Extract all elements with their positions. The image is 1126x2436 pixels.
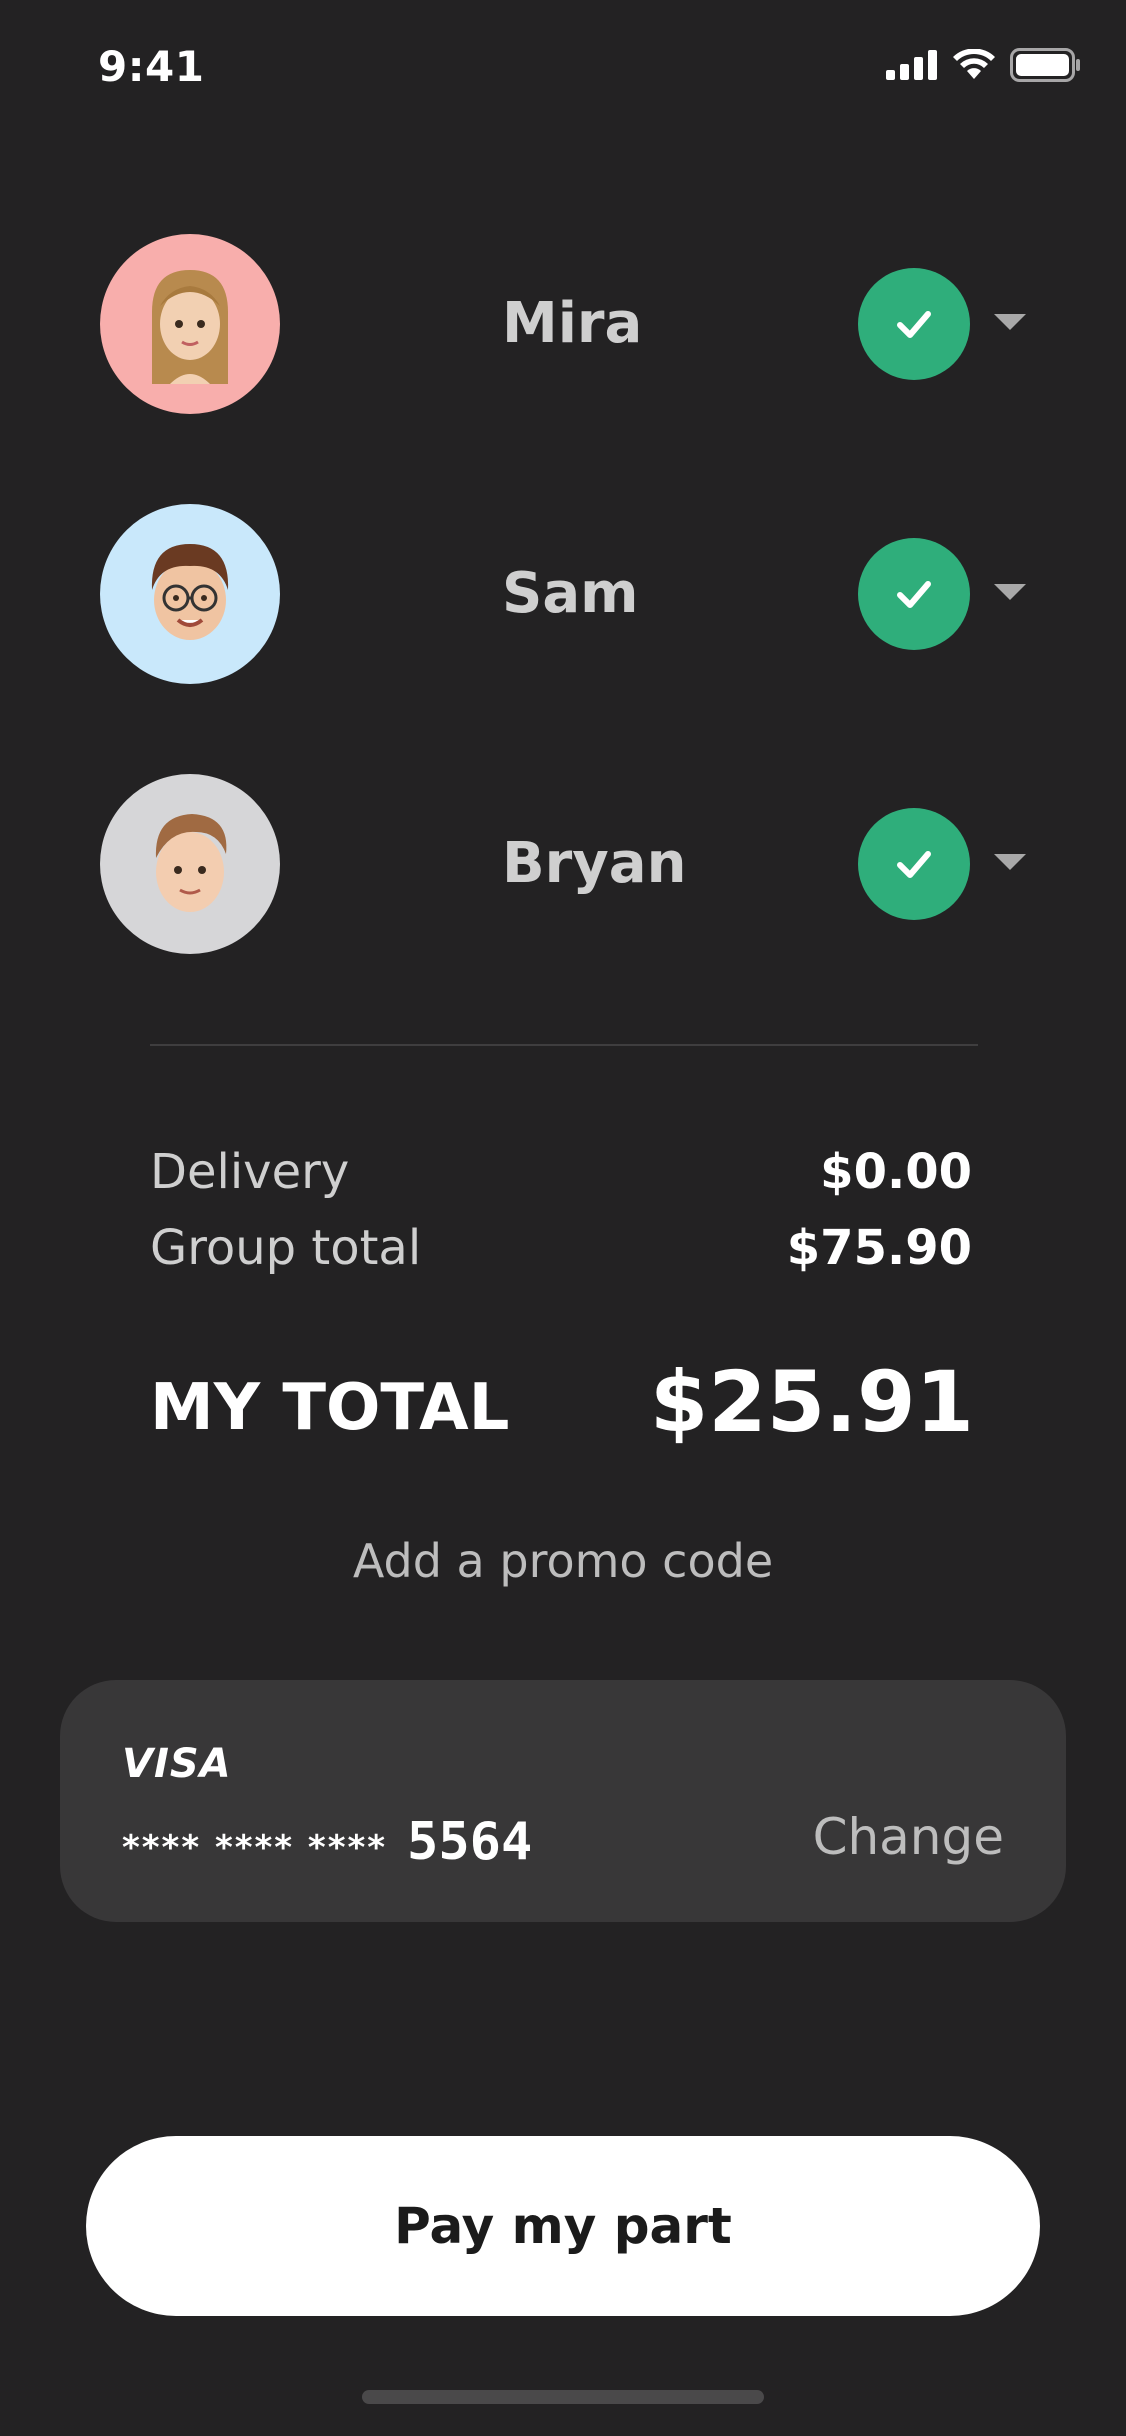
cellular-signal-icon <box>886 50 937 80</box>
delivery-label: Delivery <box>150 1144 350 1200</box>
member-name: Mira <box>502 291 643 356</box>
checkmark-icon <box>897 581 931 608</box>
memoji-avatar-icon <box>152 270 228 384</box>
member-name: Bryan <box>502 831 687 896</box>
status-time: 9:41 <box>98 42 205 91</box>
status-icons <box>886 48 1082 82</box>
delivery-value: $0.00 <box>820 1144 972 1200</box>
my-total-value: $25.91 <box>649 1353 974 1451</box>
payment-card: VISA **** **** **** 5564 Change <box>60 1680 1066 1922</box>
wifi-icon <box>953 49 995 79</box>
pay-my-part-button[interactable]: Pay my part <box>86 2136 1040 2316</box>
paid-status-badge <box>858 538 970 650</box>
member-row-mira[interactable]: Mira <box>0 234 1126 414</box>
my-total-label: MY TOTAL <box>150 1371 510 1445</box>
group-total-value: $75.90 <box>786 1220 972 1276</box>
card-number: **** **** **** 5564 <box>122 1812 532 1878</box>
add-promo-code-link[interactable]: Add a promo code <box>0 1532 1126 1590</box>
change-card-button[interactable]: Change <box>813 1806 1004 1868</box>
checkmark-icon <box>897 311 931 338</box>
home-indicator <box>362 2390 764 2404</box>
member-row-bryan[interactable]: Bryan <box>0 774 1126 954</box>
status-bar: 9:41 <box>0 0 1126 130</box>
avatar <box>100 774 280 954</box>
member-name: Sam <box>502 561 639 626</box>
member-row-sam[interactable]: Sam <box>0 504 1126 684</box>
paid-status-badge <box>858 808 970 920</box>
divider <box>150 1044 978 1046</box>
checkmark-icon <box>897 851 931 878</box>
paid-status-badge <box>858 268 970 380</box>
chevron-down-icon[interactable] <box>994 584 1026 600</box>
memoji-avatar-icon <box>155 814 227 912</box>
card-last4: 5564 <box>407 1812 533 1872</box>
avatar <box>100 504 280 684</box>
battery-icon <box>1010 48 1080 82</box>
memoji-avatar-icon <box>151 544 229 640</box>
avatar <box>100 234 280 414</box>
chevron-down-icon[interactable] <box>994 854 1026 870</box>
card-number-mask: **** **** **** <box>122 1828 388 1868</box>
visa-logo: VISA <box>122 1741 232 1787</box>
chevron-down-icon[interactable] <box>994 314 1026 330</box>
group-total-label: Group total <box>150 1220 422 1276</box>
